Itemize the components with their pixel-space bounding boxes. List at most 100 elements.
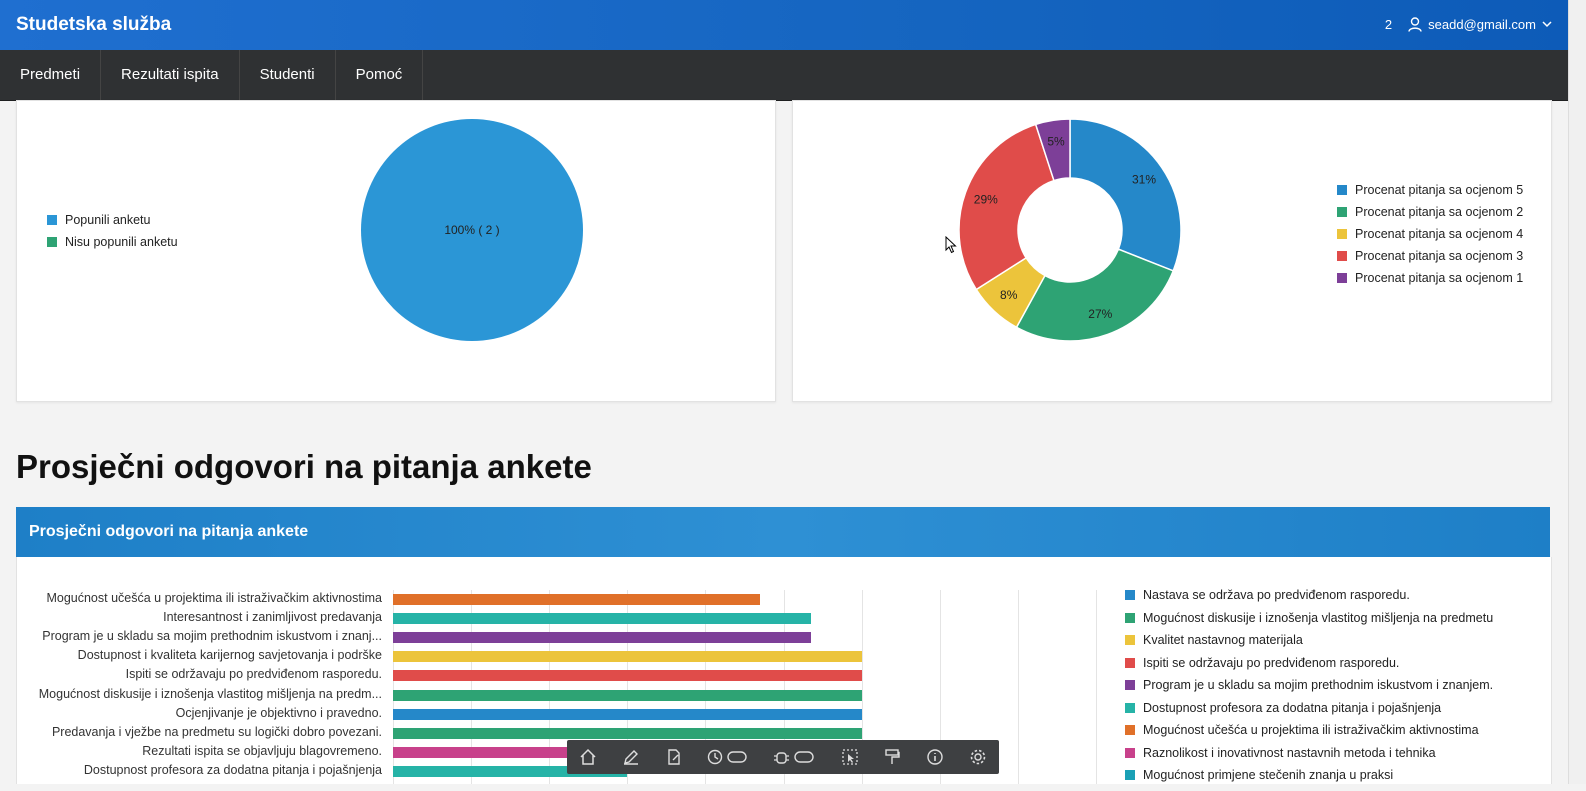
legend-item[interactable]: Mogućnost primjene stečenih znanja u pra… bbox=[1125, 768, 1493, 782]
donut-slice-label: 27% bbox=[1088, 307, 1112, 321]
developer-toolbar bbox=[567, 740, 999, 774]
legend-label: Dostupnost profesora za dodatna pitanja … bbox=[1143, 700, 1442, 715]
legend-label: Procenat pitanja sa ocjenom 4 bbox=[1355, 227, 1524, 241]
donut-slice-label: 31% bbox=[1132, 173, 1156, 187]
legend-label: Mogućnost diskusije i iznošenja vlastito… bbox=[1143, 610, 1494, 625]
nav-item-pomoc[interactable]: Pomoć bbox=[336, 50, 424, 100]
legend-item[interactable]: Procenat pitanja sa ocjenom 3 bbox=[1337, 249, 1523, 263]
edit-icon[interactable] bbox=[621, 747, 641, 767]
main-nav: Predmeti Rezultati ispita Studenti Pomoć bbox=[0, 50, 1568, 101]
legend-swatch bbox=[1125, 747, 1135, 758]
bar[interactable] bbox=[393, 613, 811, 625]
bar-card-title: Prosječni odgovori na pitanja ankete bbox=[29, 523, 309, 540]
user-icon bbox=[1408, 17, 1422, 32]
legend-item[interactable]: Dostupnost profesora za dodatna pitanja … bbox=[1125, 701, 1493, 715]
legend-label: Program je u skladu sa mojim prethodnim … bbox=[1143, 678, 1494, 692]
pie-legend: Popunili anketu Nisu popunili anketu bbox=[47, 213, 178, 257]
bar-category-label: Ocjenjivanje je objektivno i pravedno. bbox=[175, 705, 382, 720]
header-right: 2 seadd@gmail.com bbox=[1385, 17, 1552, 32]
info-icon[interactable] bbox=[925, 747, 945, 767]
grades-donut-card: 31% 27% 8% 29% 5% Procenat pitanja sa ocjeno… bbox=[792, 100, 1552, 402]
section-heading: Prosječni odgovori na pitanja ankete bbox=[16, 448, 592, 485]
history-toggle-icon[interactable] bbox=[706, 747, 750, 767]
legend-swatch bbox=[47, 237, 57, 247]
legend-swatch bbox=[47, 215, 57, 225]
legend-swatch bbox=[1337, 251, 1347, 261]
notification-count[interactable]: 2 bbox=[1385, 17, 1392, 32]
bar[interactable] bbox=[393, 594, 761, 605]
pie-slice-label: 100% ( 2 ) bbox=[444, 223, 499, 237]
legend-label: Kvalitet nastavnog materijala bbox=[1143, 633, 1303, 647]
user-menu[interactable]: seadd@gmail.com bbox=[1408, 17, 1552, 32]
legend-label: Mogućnost učešća u projektima ili istraž… bbox=[1143, 723, 1479, 737]
donut-slice[interactable] bbox=[1015, 248, 1175, 342]
legend-item[interactable]: Raznolikost i inovativnost nastavnih met… bbox=[1125, 746, 1493, 760]
bar[interactable] bbox=[393, 727, 862, 739]
legend-item[interactable]: Nastava se održava po predviđenom raspor… bbox=[1125, 588, 1493, 602]
legend-label: Procenat pitanja sa ocjenom 1 bbox=[1355, 271, 1524, 285]
legend-label: Ispiti se održavaju po predviđenom raspo… bbox=[1143, 655, 1400, 670]
bar-category-label: Mogućnost učešća u projektima ili istraž… bbox=[46, 591, 382, 605]
donut-slice-label: 8% bbox=[1000, 288, 1018, 302]
legend-item[interactable]: Procenat pitanja sa ocjenom 5 bbox=[1337, 183, 1523, 197]
legend-label: Procenat pitanja sa ocjenom 5 bbox=[1355, 183, 1524, 197]
legend-swatch bbox=[1125, 702, 1135, 713]
nav-item-predmeti[interactable]: Predmeti bbox=[0, 50, 102, 100]
bar[interactable] bbox=[393, 670, 862, 682]
nav-item-studenti[interactable]: Studenti bbox=[240, 50, 336, 100]
legend-label: Nastava se održava po predviđenom raspor… bbox=[1143, 588, 1410, 602]
legend-swatch bbox=[1125, 612, 1135, 623]
legend-swatch bbox=[1337, 273, 1347, 283]
select-icon[interactable] bbox=[840, 747, 860, 767]
legend-swatch bbox=[1337, 185, 1347, 195]
legend-label: Procenat pitanja sa ocjenom 2 bbox=[1355, 205, 1524, 219]
bar-chart-legend: Nastava se održava po predviđenom raspor… bbox=[1125, 588, 1493, 791]
legend-swatch bbox=[1337, 207, 1347, 217]
bar-category-label: Dostupnost i kvaliteta karijernog savjet… bbox=[77, 648, 382, 663]
bar[interactable] bbox=[393, 689, 862, 701]
legend-item[interactable]: Procenat pitanja sa ocjenom 4 bbox=[1337, 227, 1523, 241]
legend-swatch bbox=[1125, 725, 1135, 735]
donut-slice-label: 5% bbox=[1047, 135, 1065, 149]
donut-slice[interactable] bbox=[1069, 118, 1182, 272]
bar-category-label: Dostupnost profesora za dodatna pitanja … bbox=[83, 762, 382, 777]
bar-card-header: Prosječni odgovori na pitanja ankete bbox=[16, 507, 1550, 557]
mouse-cursor-icon bbox=[945, 236, 957, 254]
legend-item[interactable]: Program je u skladu sa mojim prethodnim … bbox=[1125, 678, 1493, 692]
gridline bbox=[1096, 590, 1097, 784]
legend-item[interactable]: Mogućnost učešća u projektima ili istraž… bbox=[1125, 723, 1493, 737]
legend-label: Mogućnost primjene stečenih znanja u pra… bbox=[1143, 768, 1394, 782]
donut-slice-label: 29% bbox=[974, 193, 998, 207]
debug-toggle-icon[interactable] bbox=[773, 747, 817, 767]
paint-icon[interactable] bbox=[882, 747, 902, 767]
donut-slice[interactable] bbox=[958, 123, 1055, 291]
legend-item[interactable]: Procenat pitanja sa ocjenom 2 bbox=[1337, 205, 1523, 219]
settings-icon[interactable] bbox=[968, 747, 988, 767]
bar-category-label: Rezultati ispita se objavljuju blagovrem… bbox=[142, 743, 382, 758]
legend-item[interactable]: Nisu popunili anketu bbox=[47, 235, 178, 249]
legend-item[interactable]: Mogućnost diskusije i iznošenja vlastito… bbox=[1125, 611, 1493, 625]
legend-swatch bbox=[1125, 770, 1135, 780]
legend-swatch bbox=[1125, 680, 1135, 690]
home-icon[interactable] bbox=[578, 747, 598, 767]
legend-swatch bbox=[1125, 590, 1135, 600]
app-title[interactable]: Studetska služba bbox=[16, 14, 171, 36]
legend-swatch bbox=[1125, 635, 1135, 645]
legend-item[interactable]: Kvalitet nastavnog materijala bbox=[1125, 633, 1493, 647]
legend-item[interactable]: Procenat pitanja sa ocjenom 1 bbox=[1337, 271, 1523, 285]
legend-item[interactable]: Popunili anketu bbox=[47, 213, 178, 227]
bar[interactable] bbox=[393, 708, 862, 720]
legend-item[interactable]: Ispiti se održavaju po predviđenom raspo… bbox=[1125, 656, 1493, 670]
edit-page-icon[interactable] bbox=[664, 747, 684, 767]
bar[interactable] bbox=[393, 651, 862, 663]
user-email: seadd@gmail.com bbox=[1428, 17, 1536, 32]
chevron-down-icon bbox=[1542, 21, 1552, 28]
legend-swatch bbox=[1337, 229, 1347, 239]
legend-label: Popunili anketu bbox=[65, 213, 151, 227]
page-scrollbar[interactable] bbox=[1568, 0, 1586, 784]
legend-label: Procenat pitanja sa ocjenom 3 bbox=[1355, 249, 1524, 263]
bar-category-label: Mogućnost diskusije i iznošenja vlastito… bbox=[38, 686, 382, 701]
nav-item-rezultati-ispita[interactable]: Rezultati ispita bbox=[101, 50, 240, 100]
bar[interactable] bbox=[393, 632, 811, 644]
gridline bbox=[1017, 590, 1019, 784]
